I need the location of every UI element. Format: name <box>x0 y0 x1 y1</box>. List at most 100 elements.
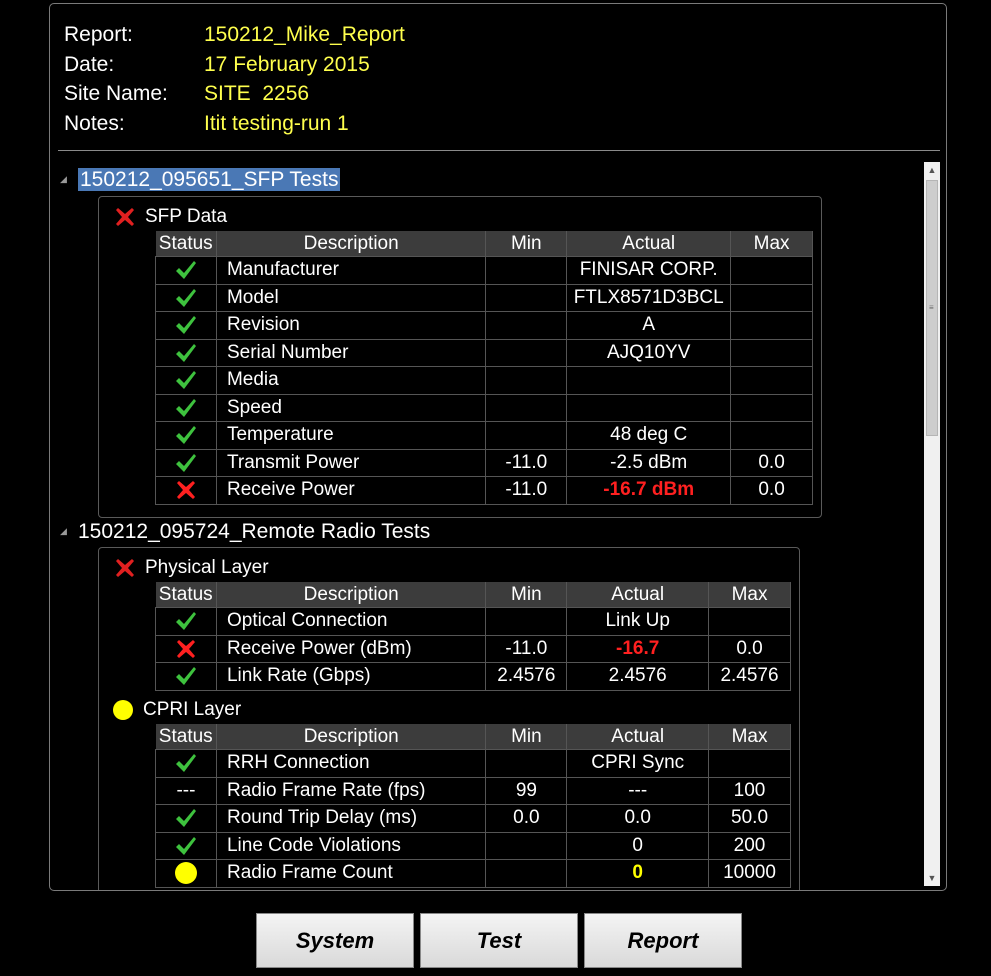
table-header-row: Status Description Min Actual Max <box>155 724 791 750</box>
test-button[interactable]: Test <box>420 913 578 968</box>
max-cell <box>730 393 813 422</box>
col-description: Description <box>216 724 487 750</box>
table-row: Transmit Power -11.0 -2.5 dBm 0.0 <box>155 448 813 477</box>
table-row: Media <box>155 366 813 395</box>
description-cell: Transmit Power <box>215 448 487 477</box>
group-title[interactable]: 150212_095724_Remote Radio Tests <box>78 520 430 543</box>
col-description: Description <box>216 231 487 257</box>
site-name-label: Site Name: <box>64 82 168 105</box>
vertical-scrollbar[interactable]: ▲ ≡ ▼ <box>924 162 940 886</box>
table-row: Temperature 48 deg C <box>155 421 813 450</box>
triangle-expand-icon[interactable]: ◢ <box>60 174 67 185</box>
check-icon <box>155 311 217 340</box>
system-button[interactable]: System <box>256 913 414 968</box>
scroll-down-arrow-icon[interactable]: ▼ <box>924 870 940 886</box>
x-icon <box>155 476 217 505</box>
tree-group-remote-radio-tests[interactable]: 150212_095724_Remote Radio Tests <box>78 518 430 546</box>
section-title: Physical Layer <box>145 557 269 578</box>
report-value: 150212_Mike_Report <box>204 23 405 46</box>
actual-cell: 2.4576 <box>566 662 710 691</box>
date-row: Date: 17 February 2015 <box>64 50 405 80</box>
table-row: Serial Number AJQ10YV <box>155 338 813 367</box>
status-cell: --- <box>155 776 217 805</box>
notes-value: Itit testing-run 1 <box>204 111 349 135</box>
description-cell: Radio Frame Count <box>215 859 487 888</box>
report-header: Report: 150212_Mike_Report Date: 17 Febr… <box>64 20 405 138</box>
table-row: Receive Power -11.0 -16.7 dBm 0.0 <box>155 476 813 505</box>
actual-cell: 48 deg C <box>566 421 732 450</box>
actual-cell: CPRI Sync <box>566 749 710 778</box>
section-sfp-data: SFP Data Status Description Min Actual M… <box>98 196 822 518</box>
grip-icon: ≡ <box>929 303 934 312</box>
col-max: Max <box>708 582 791 608</box>
table-row: RRH Connection CPRI Sync <box>155 749 791 778</box>
table-header-row: Status Description Min Actual Max <box>155 231 813 257</box>
report-button[interactable]: Report <box>584 913 742 968</box>
max-cell <box>708 607 791 636</box>
cpri-layer-table: Status Description Min Actual Max RRH Co… <box>155 724 791 888</box>
actual-cell <box>566 366 732 395</box>
col-status: Status <box>155 582 217 608</box>
site-name-value: SITE 2256 <box>204 82 310 105</box>
max-cell <box>708 749 791 778</box>
max-cell <box>730 421 813 450</box>
yellow-circle-icon <box>113 700 133 720</box>
scrollbar-thumb[interactable]: ≡ <box>926 180 938 436</box>
table-row: --- Radio Frame Rate (fps) 99 --- 100 <box>155 776 791 805</box>
table-row: Radio Frame Count 0 10000 <box>155 859 791 888</box>
check-icon <box>155 448 217 477</box>
max-cell: 2.4576 <box>708 662 791 691</box>
table-row: Model FTLX8571D3BCL <box>155 283 813 312</box>
check-icon <box>155 607 217 636</box>
group-title[interactable]: 150212_095651_SFP Tests <box>78 168 341 191</box>
date-value: 17 February 2015 <box>204 52 370 76</box>
yellow-circle-icon <box>155 859 217 888</box>
min-cell: 99 <box>485 776 568 805</box>
check-icon <box>155 662 217 691</box>
max-cell: 100 <box>708 776 791 805</box>
col-max: Max <box>708 724 791 750</box>
description-cell: Temperature <box>215 421 487 450</box>
actual-cell: --- <box>566 776 710 805</box>
description-cell: Revision <box>215 311 487 340</box>
table-row: Link Rate (Gbps) 2.4576 2.4576 2.4576 <box>155 662 791 691</box>
description-cell: Round Trip Delay (ms) <box>215 804 487 833</box>
min-cell <box>485 366 568 395</box>
max-cell <box>730 338 813 367</box>
date-label: Date: <box>64 52 115 76</box>
min-cell: -11.0 <box>485 476 568 505</box>
check-icon <box>155 338 217 367</box>
max-cell <box>730 366 813 395</box>
sfp-data-table: Status Description Min Actual Max Manufa… <box>155 231 813 505</box>
col-min: Min <box>485 231 568 257</box>
scroll-up-arrow-icon[interactable]: ▲ <box>924 162 940 178</box>
min-cell: -11.0 <box>485 448 568 477</box>
triangle-expand-icon[interactable]: ◢ <box>60 526 67 537</box>
col-actual: Actual <box>566 724 710 750</box>
site-row: Site Name: SITE 2256 <box>64 79 405 109</box>
max-cell <box>730 283 813 312</box>
actual-cell: 0.0 <box>566 804 710 833</box>
section-header: CPRI Layer <box>113 698 241 722</box>
min-cell <box>485 283 568 312</box>
actual-cell: A <box>566 311 732 340</box>
section-header: Physical Layer <box>113 556 269 580</box>
col-min: Min <box>485 724 568 750</box>
actual-cell: AJQ10YV <box>566 338 732 367</box>
description-cell: Serial Number <box>215 338 487 367</box>
report-row: Report: 150212_Mike_Report <box>64 20 405 50</box>
actual-cell: -16.7 dBm <box>566 476 732 505</box>
description-cell: Receive Power (dBm) <box>215 634 487 663</box>
min-cell <box>485 338 568 367</box>
description-cell: Optical Connection <box>215 607 487 636</box>
actual-cell: FINISAR CORP. <box>566 256 732 285</box>
description-cell: Link Rate (Gbps) <box>215 662 487 691</box>
results-tree[interactable]: ◢ 150212_095651_SFP Tests SFP Data Statu… <box>58 162 923 890</box>
min-cell <box>485 256 568 285</box>
col-status: Status <box>155 231 217 257</box>
header-divider <box>58 150 940 151</box>
table-row: Speed <box>155 393 813 422</box>
col-status: Status <box>155 724 217 750</box>
section-header: SFP Data <box>113 205 227 229</box>
tree-group-sfp-tests[interactable]: 150212_095651_SFP Tests <box>78 166 341 194</box>
